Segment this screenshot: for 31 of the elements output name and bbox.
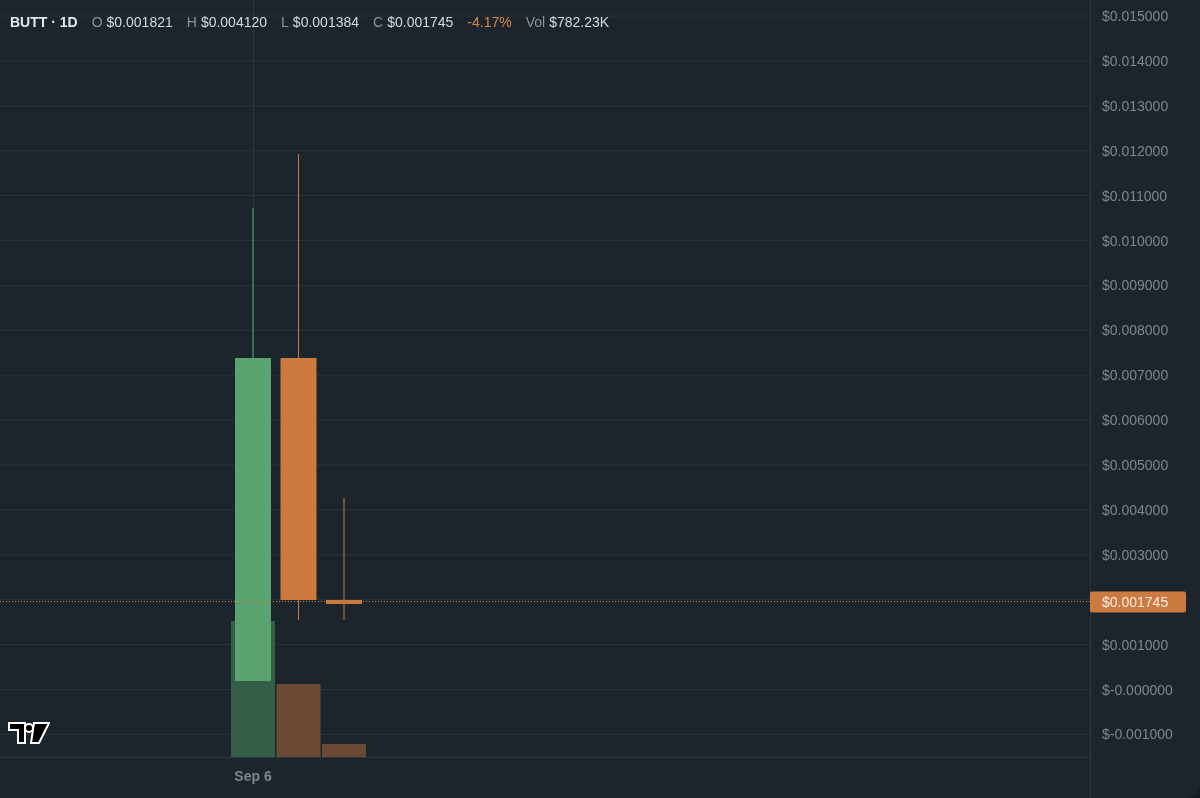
price-axis-label: $0.010000 (1102, 232, 1169, 249)
price-axis-label: $0.011000 (1102, 187, 1168, 204)
price-axis-label: $0.014000 (1102, 52, 1169, 69)
price-axis-label: $0.008000 (1102, 322, 1169, 339)
price-axis-label: $0.013000 (1102, 97, 1169, 114)
volume-value: $782.23K (549, 13, 610, 32)
ohlc-key: C (373, 12, 384, 33)
logo-icon (8, 722, 50, 745)
price-axis-label: $0.012000 (1102, 142, 1169, 159)
ohlc-key: L (281, 12, 289, 33)
price-axis-label: $0.004000 (1102, 501, 1169, 518)
price-axis-label: $0.006000 (1102, 412, 1169, 429)
price-axis-label: $0.007000 (1102, 367, 1169, 384)
ohlc-value: $0.004120 (200, 13, 268, 32)
last-price-tag: $0.001745 (1090, 591, 1186, 613)
price-axis-label: $0.001000 (1102, 636, 1169, 653)
time-axis-label: Sep 6 (234, 768, 272, 784)
price-axis-label: $0.009000 (1102, 277, 1169, 294)
ohlc-value: $0.001384 (292, 13, 360, 32)
price-axis-label: $0.003000 (1102, 546, 1169, 563)
symbol-label: BUTT · 1D (10, 13, 78, 32)
ohlc-value: $0.001821 (106, 13, 173, 32)
ohlc-key: O (91, 12, 103, 33)
price-axis-label: $0.005000 (1102, 457, 1169, 473)
change-percent: -4.17% (467, 13, 512, 32)
price-axis-label: $0.015000 (1102, 8, 1169, 24)
volume-key: Vol (525, 12, 546, 33)
price-axis-label: $-0.000000 (1102, 681, 1173, 698)
ohlc-key: H (186, 12, 197, 33)
ohlc-value: $0.001745 (387, 13, 454, 32)
price-axis-label: $-0.001000 (1102, 726, 1173, 743)
